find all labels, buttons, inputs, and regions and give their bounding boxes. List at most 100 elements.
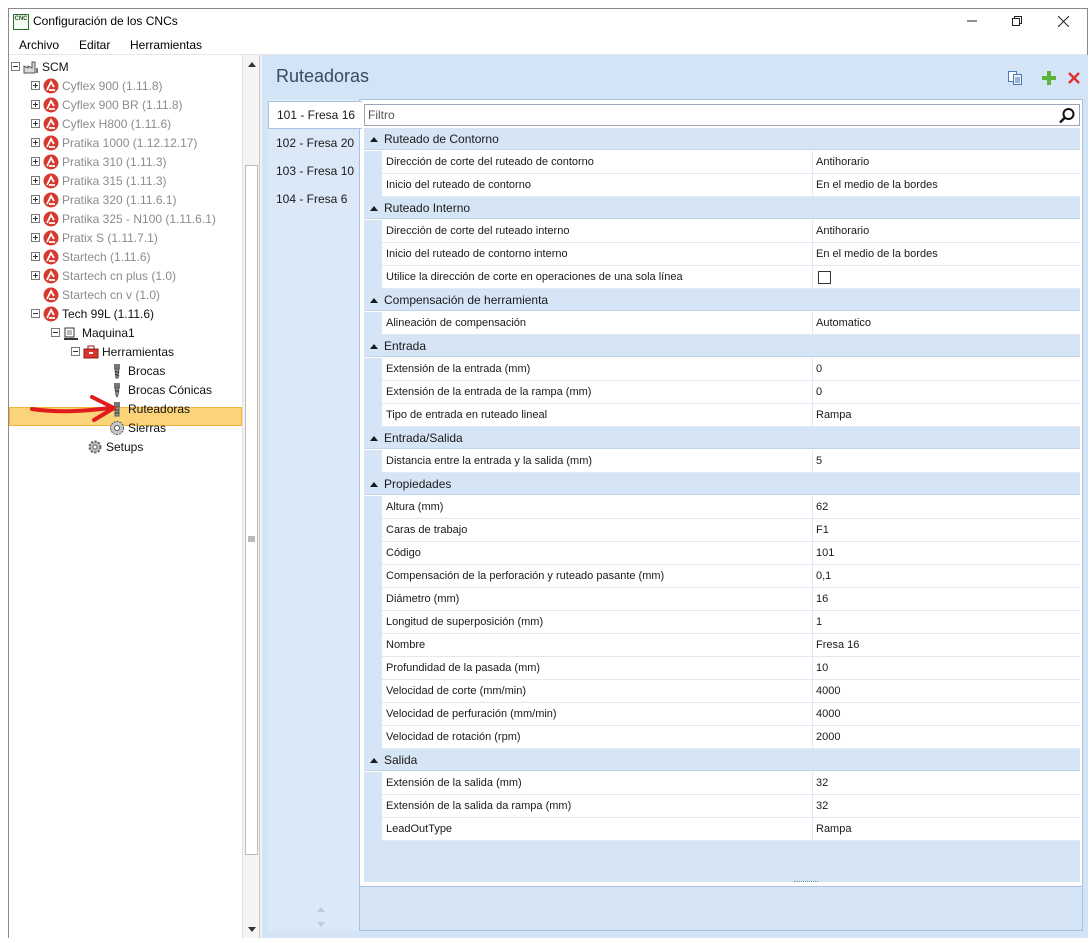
property-row[interactable]: Diámetro (mm) 16 [364, 588, 1080, 611]
category-row[interactable]: Propiedades [364, 473, 1080, 495]
chevron-up-icon[interactable] [366, 297, 382, 303]
property-value[interactable]: 0 [816, 358, 1078, 381]
property-value[interactable]: 5 [816, 450, 1078, 473]
expand-icon[interactable] [31, 195, 40, 204]
property-value[interactable]: 2000 [816, 726, 1078, 749]
category-row[interactable]: Compensación de herramienta [364, 289, 1080, 311]
property-value[interactable]: Automatico [816, 312, 1078, 335]
expand-icon[interactable] [31, 100, 40, 109]
property-value[interactable]: F1 [816, 519, 1078, 542]
property-row[interactable]: Distancia entre la entrada y la salida (… [364, 450, 1080, 473]
property-row[interactable]: Extensión de la salida da rampa (mm) 32 [364, 795, 1080, 818]
property-value[interactable]: 62 [816, 496, 1078, 519]
tree-item-machine[interactable]: Pratika 310 (1.11.3) [31, 152, 167, 171]
menu-herramientas[interactable]: Herramientas [130, 38, 202, 52]
tree-item-setups[interactable]: Setups [75, 437, 143, 456]
minimize-button[interactable] [949, 9, 995, 33]
tree-scroll-thumb[interactable] [245, 165, 258, 855]
category-row[interactable]: Ruteado Interno [364, 197, 1080, 219]
expand-icon[interactable] [31, 271, 40, 280]
property-value[interactable]: 4000 [816, 680, 1078, 703]
category-row[interactable]: Entrada/Salida [364, 427, 1080, 449]
copy-icon[interactable] [1006, 69, 1024, 87]
expand-icon[interactable] [31, 81, 40, 90]
tree-scrollbar[interactable] [242, 55, 259, 938]
property-row[interactable]: LeadOutType Rampa [364, 818, 1080, 841]
tree-item-machine[interactable]: Startech (1.11.6) [31, 247, 151, 266]
property-row[interactable]: Caras de trabajo F1 [364, 519, 1080, 542]
expand-icon[interactable] [31, 157, 40, 166]
property-value[interactable]: 4000 [816, 703, 1078, 726]
restore-button[interactable] [994, 9, 1040, 33]
collapse-icon[interactable] [71, 347, 80, 356]
expand-icon[interactable] [31, 214, 40, 223]
category-row[interactable]: Ruteado de Contorno [364, 128, 1080, 150]
property-row[interactable]: Longitud de superposición (mm) 1 [364, 611, 1080, 634]
property-row[interactable]: Inicio del ruteado de contorno interno En… [364, 243, 1080, 266]
property-row[interactable]: Extensión de la entrada de la rampa (mm)… [364, 381, 1080, 404]
scroll-up-arrow-icon[interactable] [243, 57, 260, 71]
scroll-down-arrow-icon[interactable] [243, 922, 260, 936]
property-value[interactable]: Rampa [816, 404, 1078, 427]
filter-field[interactable] [364, 104, 1080, 126]
property-row[interactable]: Alineación de compensación Automatico [364, 312, 1080, 335]
tree-item-machine[interactable]: Cyflex 900 BR (1.11.8) [31, 95, 183, 114]
property-row[interactable]: Compensación de la perforación y ruteado… [364, 565, 1080, 588]
close-button[interactable] [1040, 9, 1086, 33]
tree-item-machine[interactable]: Pratika 1000 (1.12.12.17) [31, 133, 197, 152]
tree-item-scm[interactable]: SCM [11, 57, 69, 76]
expand-icon[interactable] [31, 176, 40, 185]
property-value[interactable]: 1 [816, 611, 1078, 634]
tree-item-machine[interactable]: Cyflex H800 (1.11.6) [31, 114, 171, 133]
search-icon[interactable] [1058, 107, 1076, 125]
chevron-up-icon[interactable] [366, 136, 382, 142]
chevron-up-icon[interactable] [366, 343, 382, 349]
property-row[interactable]: Velocidad de rotación (rpm) 2000 [364, 726, 1080, 749]
property-value[interactable]: 101 [816, 542, 1078, 565]
tree-item-herramientas[interactable]: Herramientas [71, 342, 174, 361]
property-row[interactable]: Tipo de entrada en ruteado lineal Rampa [364, 404, 1080, 427]
property-value[interactable]: En el medio de la bordes [816, 174, 1078, 197]
property-row[interactable]: Velocidad de perfuración (mm/min) 4000 [364, 703, 1080, 726]
property-value[interactable]: 0 [816, 381, 1078, 404]
property-checkbox[interactable] [818, 271, 831, 284]
tab-fresa-10[interactable]: 103 - Fresa 10 [268, 157, 360, 185]
chevron-up-icon[interactable] [366, 757, 382, 763]
tree-item-machine[interactable]: Tech 99L (1.11.6) [31, 304, 154, 323]
property-value[interactable]: 16 [816, 588, 1078, 611]
property-value[interactable]: 10 [816, 657, 1078, 680]
property-row[interactable]: Altura (mm) 62 [364, 496, 1080, 519]
tree-item-machine[interactable]: Pratika 320 (1.11.6.1) [31, 190, 177, 209]
collapse-icon[interactable] [11, 62, 20, 71]
property-row[interactable]: Inicio del ruteado de contorno En el medi… [364, 174, 1080, 197]
property-row[interactable]: Código 101 [364, 542, 1080, 565]
property-value[interactable]: En el medio de la bordes [816, 243, 1078, 266]
tree-item-machine[interactable]: Cyflex 900 (1.11.8) [31, 76, 163, 95]
property-row[interactable]: Extensión de la salida (mm) 32 [364, 772, 1080, 795]
chevron-up-icon[interactable] [366, 205, 382, 211]
tab-fresa-16[interactable]: 101 - Fresa 16 [268, 101, 362, 129]
tab-fresa-6[interactable]: 104 - Fresa 6 [268, 185, 360, 213]
property-value[interactable]: Antihorario [816, 151, 1078, 174]
filter-input[interactable] [368, 106, 1048, 124]
chevron-up-icon[interactable] [366, 481, 382, 487]
expand-icon[interactable] [31, 119, 40, 128]
menu-editar[interactable]: Editar [79, 38, 110, 52]
property-row[interactable]: Utilice la dirección de corte en operaci… [364, 266, 1080, 289]
tree-item-machine[interactable]: Pratix S (1.11.7.1) [31, 228, 158, 247]
property-row[interactable]: Profundidad de la pasada (mm) 10 [364, 657, 1080, 680]
tree-item-machine[interactable]: Pratika 325 - N100 (1.11.6.1) [31, 209, 216, 228]
property-value[interactable]: 0,1 [816, 565, 1078, 588]
property-row[interactable]: Dirección de corte del ruteado de contor… [364, 151, 1080, 174]
tabs-scroll-icon[interactable] [316, 904, 326, 932]
tree-item-machine[interactable]: Pratika 315 (1.11.3) [31, 171, 167, 190]
property-value[interactable]: 32 [816, 795, 1078, 818]
category-row[interactable]: Entrada [364, 335, 1080, 357]
property-value[interactable]: Rampa [816, 818, 1078, 841]
tree-item-machine[interactable]: Startech cn plus (1.0) [31, 266, 176, 285]
expand-icon[interactable] [31, 233, 40, 242]
tree-item-machine[interactable]: Startech cn v (1.0) [31, 285, 160, 304]
property-row[interactable]: Nombre Fresa 16 [364, 634, 1080, 657]
collapse-icon[interactable] [31, 309, 40, 318]
expand-icon[interactable] [31, 252, 40, 261]
